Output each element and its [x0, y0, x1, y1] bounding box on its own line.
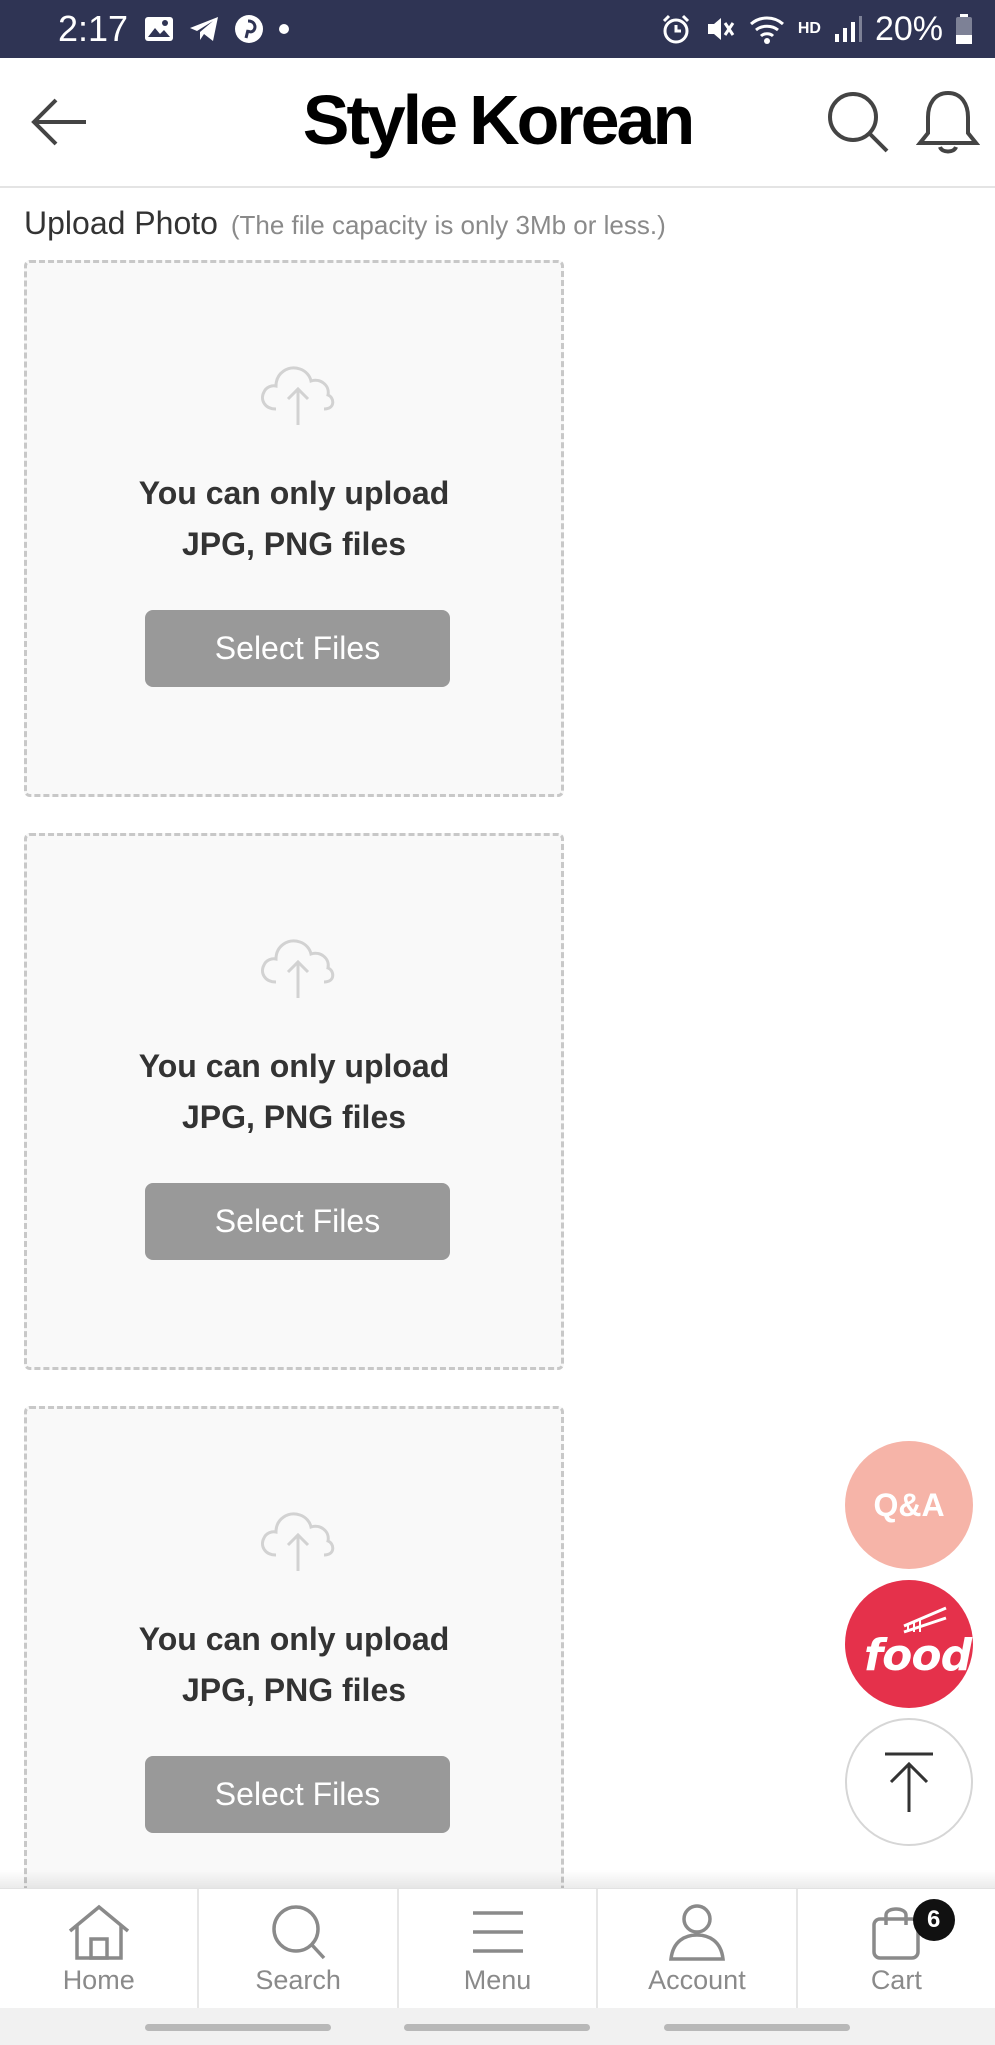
telegram-icon [190, 17, 218, 41]
nav-search[interactable]: Search [199, 1889, 399, 2009]
mute-icon [707, 18, 735, 40]
battery-percent: 20% [874, 10, 943, 48]
upload-message: You can only upload JPG, PNG files [27, 468, 561, 570]
nav-shadow [0, 1870, 995, 1888]
upload-title-text: Upload Photo [24, 205, 218, 241]
app-header: Style Korean [0, 58, 995, 188]
nav-cart-label: Cart [870, 1965, 922, 1995]
gesture-pill-right[interactable] [664, 2024, 850, 2031]
network-type: HD [797, 20, 821, 37]
select-files-button[interactable]: Select Files [145, 610, 450, 687]
upload-message-line2: JPG, PNG files [181, 1099, 407, 1135]
nav-menu-label: Menu [463, 1965, 532, 1995]
select-files-button[interactable]: Select Files [145, 1183, 450, 1260]
system-icons: HD 20% [660, 8, 973, 50]
dot-icon [279, 24, 289, 34]
header-search-button[interactable] [822, 86, 894, 158]
cloud-upload-icon [261, 939, 335, 998]
select-files-button[interactable]: Select Files [145, 1756, 450, 1833]
nav-menu[interactable]: Menu [399, 1889, 599, 2009]
cloud-upload-icon [261, 366, 335, 425]
qa-button[interactable]: Q&A [845, 1441, 973, 1569]
upload-message-line1: You can only upload [138, 1048, 450, 1084]
upload-message: You can only upload JPG, PNG files [27, 1614, 561, 1716]
upload-box-2[interactable]: You can only upload JPG, PNG files Selec… [24, 833, 564, 1370]
upload-message: You can only upload JPG, PNG files [27, 1041, 561, 1143]
gesture-pill-left[interactable] [145, 2024, 331, 2031]
menu-icon [472, 1911, 523, 1953]
gallery-icon [145, 17, 173, 41]
search-icon [828, 92, 889, 153]
battery-icon [956, 14, 972, 44]
brand-korean: Korean [469, 81, 695, 159]
signal-icon [834, 16, 862, 42]
wifi-icon [749, 16, 784, 44]
upload-message-line2: JPG, PNG files [181, 526, 407, 562]
upload-capacity-note: (The file capacity is only 3Mb or less.) [230, 210, 666, 240]
nav-account-label: Account [648, 1965, 746, 1995]
upload-message-line2: JPG, PNG files [181, 1672, 407, 1708]
notification-icons [144, 12, 290, 46]
status-bar: 2:17 HD 20% [0, 0, 995, 58]
bell-icon [916, 90, 980, 154]
notification-button[interactable] [912, 86, 984, 158]
scroll-to-top-button[interactable] [845, 1718, 973, 1846]
upload-message-line1: You can only upload [138, 475, 450, 511]
gesture-pill-center[interactable] [404, 2024, 590, 2031]
upload-photo-title: Upload Photo (The file capacity is only … [24, 205, 666, 242]
nav-home-label: Home [62, 1965, 135, 1995]
search-icon [272, 1905, 326, 1960]
nav-search-label: Search [255, 1965, 341, 1995]
food-button[interactable]: food [845, 1580, 973, 1708]
bottom-nav: Home Search Menu Account Cart 6 [0, 1888, 995, 2009]
upload-message-line1: You can only upload [138, 1621, 450, 1657]
cloud-upload-icon [261, 1512, 335, 1571]
nav-home[interactable]: Home [0, 1889, 200, 2009]
status-time: 2:17 [58, 8, 129, 49]
food-label: food [864, 1630, 972, 1681]
nav-cart[interactable]: Cart 6 [798, 1889, 995, 2009]
arrow-up-icon [885, 1752, 933, 1812]
account-icon [668, 1904, 725, 1961]
home-icon [68, 1904, 129, 1960]
brand-style: Style [302, 81, 458, 159]
cart-count-badge: 6 [912, 1899, 955, 1941]
upload-box-1[interactable]: You can only upload JPG, PNG files Selec… [24, 260, 564, 797]
upload-box-3[interactable]: You can only upload JPG, PNG files Selec… [24, 1406, 564, 1943]
gesture-bar [0, 2008, 995, 2045]
nav-account[interactable]: Account [598, 1889, 798, 2009]
alarm-icon [662, 14, 689, 44]
pinterest-icon [235, 15, 263, 43]
